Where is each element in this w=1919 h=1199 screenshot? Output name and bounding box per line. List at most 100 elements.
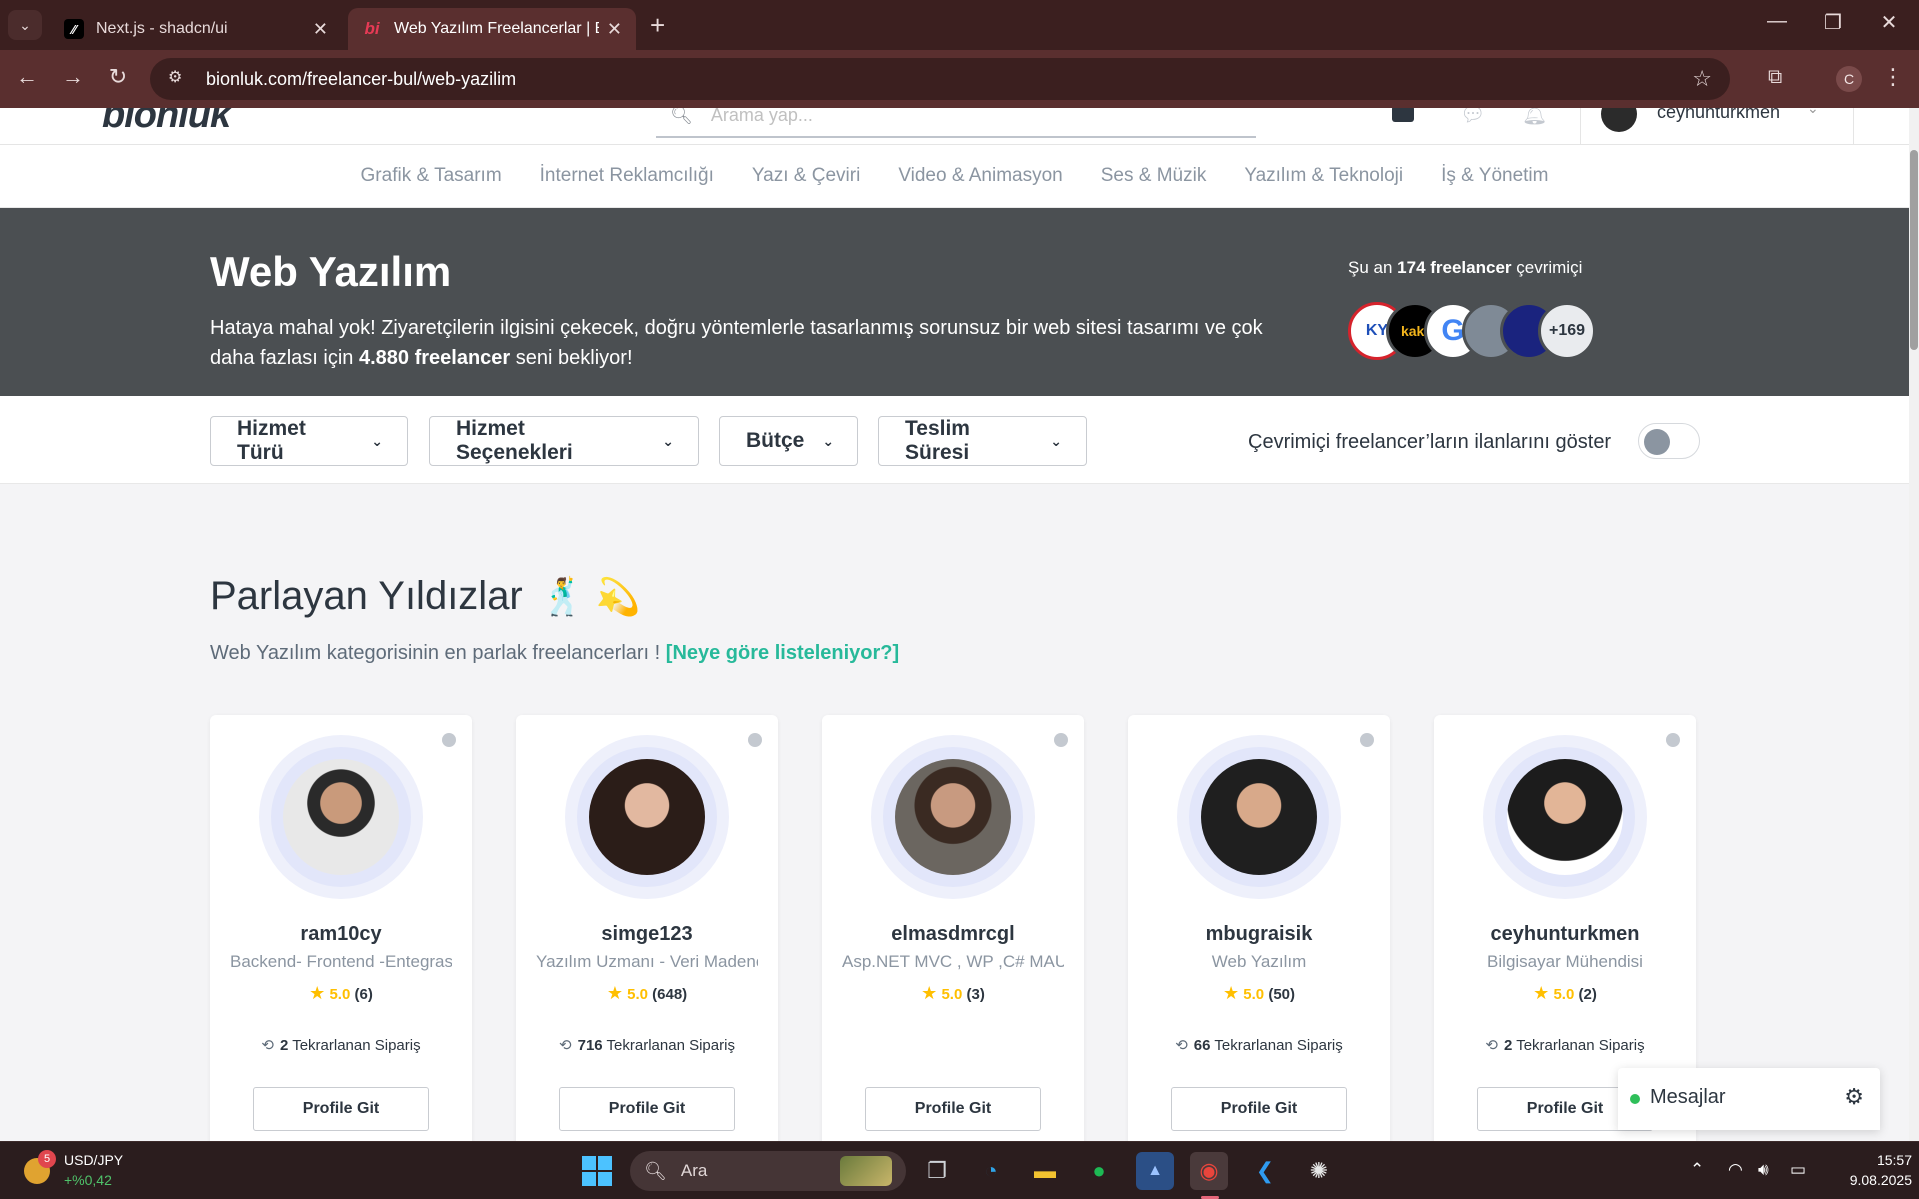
close-window-icon[interactable]: ✕ (1874, 10, 1904, 35)
close-tab-icon[interactable]: ✕ (607, 19, 622, 40)
bionluk-favicon-icon: bi (364, 19, 380, 38)
site-search-input[interactable]: 🔍︎ Arama yap... (656, 108, 1256, 138)
chrome-icon[interactable]: ◉ (1190, 1152, 1228, 1190)
online-only-toggle[interactable] (1638, 423, 1700, 459)
filter-service-type[interactable]: Hizmet Türü ⌄ (210, 416, 408, 466)
freelancer-card[interactable]: elmasdmrcgl Asp.NET MVC , WP ,C# MAUI ★ … (822, 715, 1084, 1141)
site-header: bionluk 🔍︎ Arama yap... 💬︎ 🔔︎ ceyhunturk… (0, 108, 1909, 145)
bookmark-star-icon[interactable]: ☆ (1692, 66, 1712, 92)
filter-budget[interactable]: Bütçe ⌄ (719, 416, 858, 466)
offline-status-dot (1054, 733, 1068, 747)
go-to-profile-button[interactable]: Profile Git (253, 1087, 429, 1131)
freelancer-rating: ★ 5.0 (2) (1533, 983, 1597, 1003)
browser-tab-nextjs[interactable]: ⁄⁄ Next.js - shadcn/ui ✕ (50, 8, 342, 50)
close-tab-icon[interactable]: ✕ (313, 19, 328, 40)
page-scrollbar[interactable] (1909, 108, 1919, 1141)
taskbar-search[interactable]: 🔍︎ Ara (630, 1151, 906, 1191)
gear-icon[interactable]: ⚙ (1844, 1084, 1864, 1110)
battery-icon[interactable]: ▭ (1790, 1160, 1806, 1180)
notification-bell-icon[interactable]: 🔔︎ (1522, 108, 1547, 126)
freelancer-avatar[interactable] (589, 759, 705, 875)
repeat-icon: ⟲ (1485, 1037, 1498, 1054)
extensions-puzzle-icon[interactable]: ⧉ (1768, 66, 1794, 92)
tray-expand-chevron-icon[interactable]: ⌃ (1690, 1160, 1704, 1180)
reload-icon[interactable]: ↻ (103, 64, 133, 90)
go-to-profile-button[interactable]: Profile Git (865, 1087, 1041, 1131)
user-menu[interactable]: ceyhunturkmen ⌄ (1580, 108, 1854, 145)
profile-avatar[interactable]: C (1836, 66, 1862, 92)
vscode-icon[interactable]: ❮ (1246, 1152, 1284, 1190)
notification-badge: 5 (38, 1150, 56, 1168)
currency-symbol: USD/JPY (64, 1152, 124, 1168)
category-link-grafik[interactable]: Grafik & Tasarım (361, 165, 502, 187)
repeat-orders: ⟲ 716 Tekrarlanan Sipariş (559, 1037, 735, 1054)
more-online-count[interactable]: +169 (1538, 302, 1596, 360)
currency-widget[interactable]: 5 USD/JPY +%0,42 (24, 1148, 144, 1194)
freelancer-name[interactable]: mbugraisik (1128, 923, 1390, 946)
restore-window-icon[interactable]: ❐ (1818, 10, 1848, 35)
tab-title: Next.js - shadcn/ui (96, 20, 228, 37)
online-avatars: KY kakt G +169 (1348, 302, 1608, 360)
minimize-window-icon[interactable]: — (1762, 10, 1792, 33)
site-info-icon[interactable]: ⚙ (168, 67, 192, 91)
filter-delivery-time[interactable]: Teslim Süresi ⌄ (878, 416, 1087, 466)
freelancer-rating: ★ 5.0 (6) (309, 983, 373, 1003)
file-explorer-icon[interactable]: ▬ (1026, 1152, 1064, 1190)
browser-tab-strip: ⌄ ⁄⁄ Next.js - shadcn/ui ✕ bi Web Yazılı… (0, 0, 1919, 50)
freelancer-rating: ★ 5.0 (3) (921, 983, 985, 1003)
messages-widget[interactable]: Mesajlar ⚙ (1618, 1068, 1880, 1130)
freelancer-rating: ★ 5.0 (50) (1222, 983, 1296, 1003)
online-status-dot (1630, 1094, 1640, 1104)
orders-icon[interactable] (1392, 108, 1414, 122)
new-tab-plus-icon[interactable]: + (650, 12, 665, 38)
tab-search-chevron-icon[interactable]: ⌄ (8, 10, 42, 40)
freelancer-name[interactable]: elmasdmrcgl (822, 923, 1084, 946)
chatgpt-icon[interactable]: ✺ (1300, 1152, 1338, 1190)
ranking-info-link[interactable]: [Neye göre listeleniyor?] (666, 642, 899, 664)
category-link-video[interactable]: Video & Animasyon (898, 165, 1062, 187)
freelancer-card[interactable]: mbugraisik Web Yazılım ★ 5.0 (50) ⟲ 66 Te… (1128, 715, 1390, 1141)
volume-icon[interactable]: 🔊︎ (1758, 1160, 1769, 1180)
freelancer-name[interactable]: simge123 (516, 923, 778, 946)
online-count-text: Şu an 174 freelancer çevrimiçi (1348, 258, 1583, 277)
forward-arrow-icon[interactable]: → (58, 64, 88, 90)
chevron-down-icon: ⌄ (371, 432, 383, 449)
freelancer-rating: ★ 5.0 (648) (606, 983, 688, 1003)
hero-description: Hataya mahal yok! Ziyaretçilerin ilgisin… (210, 317, 1263, 369)
freelancer-avatar[interactable] (895, 759, 1011, 875)
category-link-is[interactable]: İş & Yönetim (1441, 165, 1548, 187)
category-link-yazilim[interactable]: Yazılım & Teknoloji (1244, 165, 1403, 187)
freelancer-avatar[interactable] (283, 759, 399, 875)
tab-title: Web Yazılım Freelancerlar | Bionluk (394, 20, 599, 37)
freelancer-name[interactable]: ceyhunturkmen (1434, 923, 1696, 946)
chevron-down-icon: ⌄ (822, 432, 835, 449)
repeat-orders: ⟲ 66 Tekrarlanan Sipariş (1175, 1037, 1343, 1054)
freelancer-title: Yazılım Uzmanı - Veri Madenciliği (536, 952, 758, 971)
go-to-profile-button[interactable]: Profile Git (559, 1087, 735, 1131)
freelancer-avatar[interactable] (1201, 759, 1317, 875)
go-to-profile-button[interactable]: Profile Git (1171, 1087, 1347, 1131)
edge-browser-icon[interactable]: ◔ (972, 1152, 1010, 1190)
browser-menu-icon[interactable]: ⋮ (1882, 64, 1904, 90)
category-link-ses[interactable]: Ses & Müzik (1101, 165, 1207, 187)
back-arrow-icon[interactable]: ← (12, 64, 42, 90)
freelancer-card[interactable]: ram10cy Backend- Frontend -Entegrasyon ★… (210, 715, 472, 1141)
freelancer-card[interactable]: simge123 Yazılım Uzmanı - Veri Madencili… (516, 715, 778, 1141)
category-link-reklam[interactable]: İnternet Reklamcılığı (540, 165, 714, 187)
freelancer-avatar[interactable] (1507, 759, 1623, 875)
task-view-icon[interactable]: ❐ (918, 1152, 956, 1190)
taskbar-clock[interactable]: 15:57 9.08.2025 (1820, 1150, 1912, 1190)
browser-tab-bionluk[interactable]: bi Web Yazılım Freelancerlar | Bionluk ✕ (348, 8, 636, 50)
windows-start-icon[interactable] (582, 1156, 612, 1186)
filter-service-options[interactable]: Hizmet Seçenekleri ⌄ (429, 416, 699, 466)
remote-desktop-icon[interactable]: ▲ (1136, 1152, 1174, 1190)
wifi-icon[interactable]: ◠ (1728, 1160, 1743, 1180)
address-bar[interactable]: ⚙ bionluk.com/freelancer-bul/web-yazilim… (150, 58, 1730, 100)
spotify-icon[interactable]: ● (1080, 1152, 1118, 1190)
freelancer-name[interactable]: ram10cy (210, 923, 472, 946)
scrollbar-thumb[interactable] (1910, 150, 1918, 350)
category-link-yazi[interactable]: Yazı & Çeviri (752, 165, 860, 187)
bionluk-logo[interactable]: bionluk (102, 108, 231, 137)
chevron-down-icon: ⌄ (662, 432, 674, 449)
chat-icon[interactable]: 💬︎ (1460, 108, 1485, 126)
